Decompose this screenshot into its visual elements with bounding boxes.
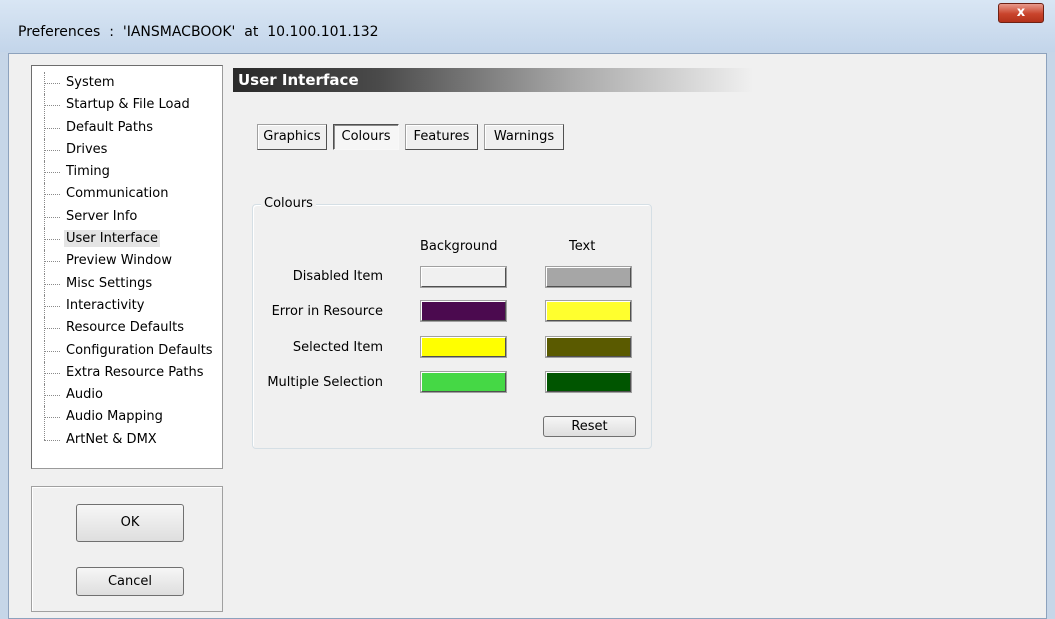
disabled-item-text-swatch[interactable] xyxy=(545,266,632,288)
tree-item-label: Timing xyxy=(66,164,110,180)
tree-item-extra-resource-paths[interactable]: Extra Resource Paths xyxy=(32,361,222,384)
tree-item-system[interactable]: System xyxy=(32,72,222,94)
tree-connector xyxy=(44,317,62,340)
row-label-disabled-item: Disabled Item xyxy=(292,269,383,284)
tab-graphics[interactable]: Graphics xyxy=(257,124,327,150)
tree-item-configuration-defaults[interactable]: Configuration Defaults xyxy=(32,339,222,362)
tree-item-label: Audio xyxy=(66,387,103,403)
selected-item-background-swatch[interactable] xyxy=(420,336,507,358)
tree-item-artnet-dmx[interactable]: ArtNet & DMX xyxy=(32,428,222,451)
dialog-button-panel: OK Cancel xyxy=(31,486,223,612)
tab-features[interactable]: Features xyxy=(405,124,478,150)
tree-connector xyxy=(44,72,62,94)
tree-connector xyxy=(44,228,62,251)
tree-item-communication[interactable]: Communication xyxy=(32,183,222,206)
error-in-resource-text-swatch[interactable] xyxy=(545,300,632,322)
preferences-window: Preferences : 'IANSMACBOOK' at 10.100.10… xyxy=(0,0,1055,619)
tree-item-label: Drives xyxy=(66,141,108,157)
tree-connector xyxy=(44,294,62,317)
tree-item-startup-file-load[interactable]: Startup & File Load xyxy=(32,94,222,117)
tree-connector xyxy=(44,406,62,429)
tree-item-label: Default Paths xyxy=(66,119,153,135)
tab-warnings[interactable]: Warnings xyxy=(484,124,564,150)
background-column-header: Background xyxy=(420,239,498,254)
dialog-client-area: System Startup & File Load Default Paths… xyxy=(8,53,1047,619)
tree-item-label: Extra Resource Paths xyxy=(66,364,204,380)
preferences-tree[interactable]: System Startup & File Load Default Paths… xyxy=(31,65,223,469)
selected-item-text-swatch[interactable] xyxy=(545,336,632,358)
colours-group-title: Colours xyxy=(261,196,316,211)
tree-connector xyxy=(44,116,62,139)
tree-connector xyxy=(44,339,62,362)
row-label-selected-item: Selected Item xyxy=(292,340,383,355)
tree-item-label: Communication xyxy=(66,186,169,202)
ok-button[interactable]: OK xyxy=(76,504,184,542)
tree-item-label: Server Info xyxy=(66,208,138,224)
tree-connector xyxy=(44,250,62,273)
tree-connector xyxy=(44,272,62,295)
tree-item-label: Configuration Defaults xyxy=(66,342,213,358)
tree-item-misc-settings[interactable]: Misc Settings xyxy=(32,272,222,295)
section-header: User Interface xyxy=(233,68,753,92)
row-label-multiple-selection: Multiple Selection xyxy=(267,375,383,390)
tree-item-label: Preview Window xyxy=(66,253,172,269)
colours-groupbox: Colours Background Text Disabled Item Er… xyxy=(252,196,652,449)
tree-item-user-interface[interactable]: User Interface xyxy=(32,228,222,251)
tree-item-interactivity[interactable]: Interactivity xyxy=(32,294,222,317)
tree-item-resource-defaults[interactable]: Resource Defaults xyxy=(32,317,222,340)
tree-connector xyxy=(44,361,62,384)
tree-item-label: Misc Settings xyxy=(66,275,153,291)
text-column-header: Text xyxy=(569,239,596,254)
tree-item-label: User Interface xyxy=(64,230,160,248)
tree-item-drives[interactable]: Drives xyxy=(32,138,222,161)
error-in-resource-background-swatch[interactable] xyxy=(420,300,507,322)
tree-item-preview-window[interactable]: Preview Window xyxy=(32,250,222,273)
tree-item-label: Startup & File Load xyxy=(66,97,190,113)
tree-connector xyxy=(44,138,62,161)
tree-item-audio-mapping[interactable]: Audio Mapping xyxy=(32,406,222,429)
tree-connector xyxy=(44,384,62,407)
tree-item-label: Resource Defaults xyxy=(66,320,185,336)
tree-connector xyxy=(44,183,62,206)
tree-connector xyxy=(44,94,62,117)
multiple-selection-background-swatch[interactable] xyxy=(420,371,507,393)
tree-item-server-info[interactable]: Server Info xyxy=(32,205,222,228)
close-icon: x xyxy=(1016,5,1026,20)
tree-item-label: Audio Mapping xyxy=(66,409,163,425)
section-title: User Interface xyxy=(238,71,359,89)
reset-button[interactable]: Reset xyxy=(543,416,636,437)
tree-connector xyxy=(44,205,62,228)
tree-item-default-paths[interactable]: Default Paths xyxy=(32,116,222,139)
tree-item-label: ArtNet & DMX xyxy=(66,431,157,447)
row-label-error-in-resource: Error in Resource xyxy=(271,304,383,319)
tree-list: System Startup & File Load Default Paths… xyxy=(32,66,222,451)
multiple-selection-text-swatch[interactable] xyxy=(545,371,632,393)
tree-connector xyxy=(44,161,62,184)
disabled-item-background-swatch[interactable] xyxy=(420,266,507,288)
tree-item-label: Interactivity xyxy=(66,297,145,313)
title-bar[interactable]: Preferences : 'IANSMACBOOK' at 10.100.10… xyxy=(0,0,1055,52)
tree-connector xyxy=(44,428,62,451)
tree-item-label: System xyxy=(66,75,115,90)
tab-colours[interactable]: Colours xyxy=(333,124,399,150)
window-title: Preferences : 'IANSMACBOOK' at 10.100.10… xyxy=(18,24,379,40)
tree-item-timing[interactable]: Timing xyxy=(32,161,222,184)
tree-item-audio[interactable]: Audio xyxy=(32,384,222,407)
cancel-button[interactable]: Cancel xyxy=(76,567,184,596)
close-button[interactable]: x xyxy=(998,3,1044,23)
